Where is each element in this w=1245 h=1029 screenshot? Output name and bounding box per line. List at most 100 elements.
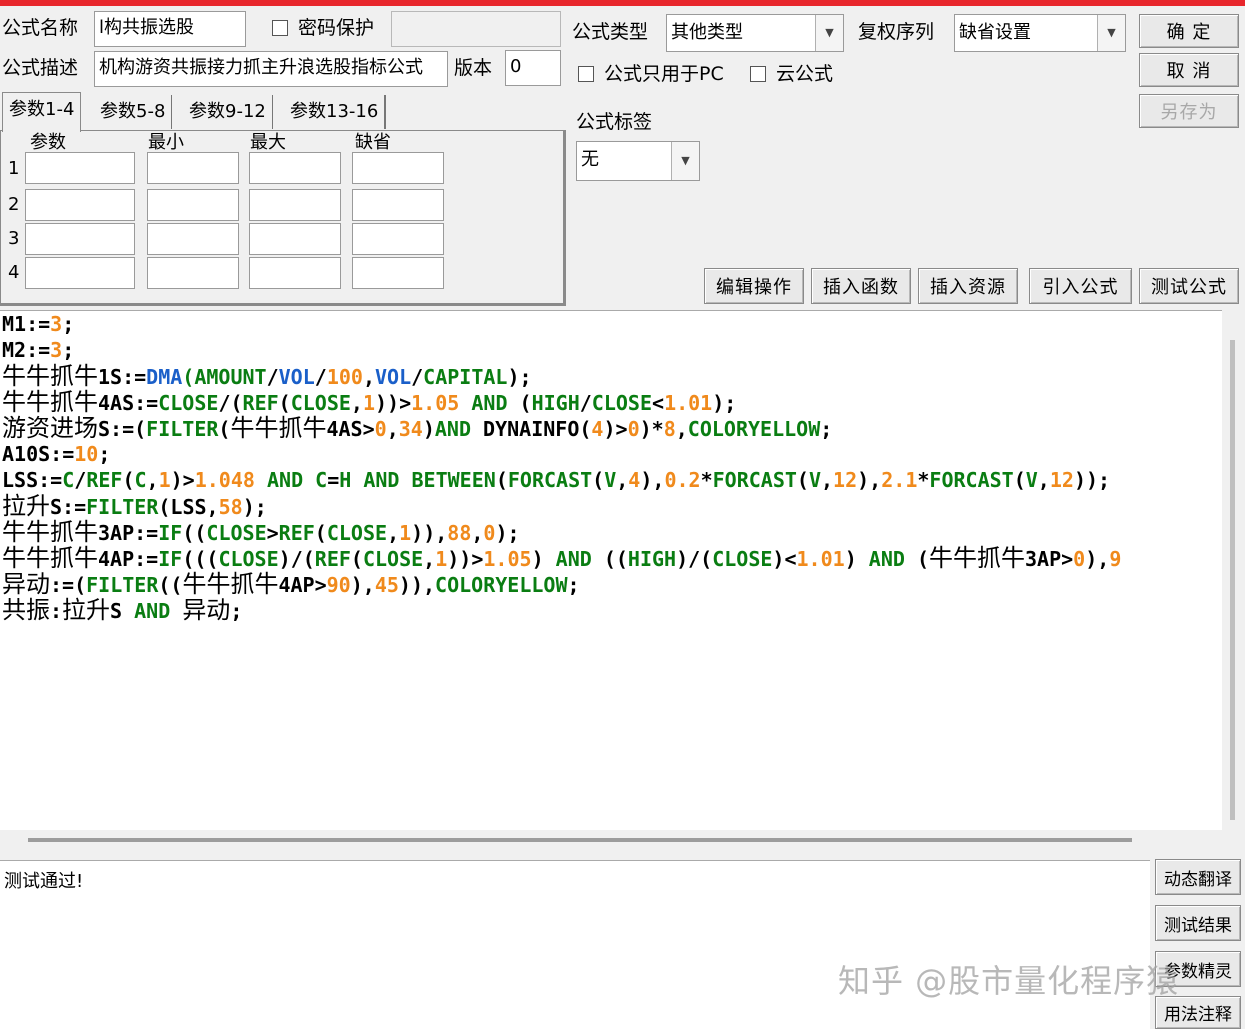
password-input[interactable] bbox=[391, 11, 561, 47]
code-text: )); bbox=[1073, 468, 1111, 492]
code-text: = bbox=[327, 468, 340, 492]
scrollbar-thumb[interactable] bbox=[1230, 340, 1235, 820]
code-text: 共振 bbox=[2, 596, 50, 624]
formula-type-select[interactable]: 其他类型 ▼ bbox=[666, 14, 844, 52]
param-max-cell[interactable] bbox=[249, 257, 341, 289]
code-text: ), bbox=[640, 468, 665, 492]
code-keyword: HIGH bbox=[531, 391, 580, 415]
row-number: 4 bbox=[8, 262, 20, 283]
param-min-cell[interactable] bbox=[147, 152, 239, 184]
code-number: 1 bbox=[399, 521, 412, 545]
formula-name-input[interactable]: l构共振选股 bbox=[94, 11, 246, 47]
chevron-down-icon[interactable]: ▼ bbox=[1097, 15, 1125, 51]
param-max-cell[interactable] bbox=[249, 223, 341, 255]
code-text: 1S:= bbox=[98, 365, 147, 389]
insert-resource-button[interactable]: 插入资源 bbox=[918, 268, 1018, 304]
param-min-cell[interactable] bbox=[147, 189, 239, 221]
code-text: / bbox=[266, 365, 279, 389]
code-keyword: CLOSE bbox=[326, 521, 388, 545]
chevron-down-icon[interactable]: ▼ bbox=[815, 15, 843, 51]
code-text: * bbox=[917, 468, 930, 492]
code-text: 牛牛抓牛 bbox=[2, 362, 98, 390]
scrollbar-thumb[interactable] bbox=[28, 838, 1132, 842]
code-text: 游资进场 bbox=[2, 414, 98, 442]
tab-params-13-16[interactable]: 参数13-16 bbox=[284, 95, 387, 129]
param-name-cell[interactable] bbox=[25, 257, 135, 289]
test-formula-button[interactable]: 测试公式 bbox=[1139, 268, 1239, 304]
password-checkbox[interactable] bbox=[272, 20, 288, 36]
code-text: )> bbox=[170, 468, 195, 492]
code-number: 0.2 bbox=[664, 468, 701, 492]
tab-params-5-8[interactable]: 参数5-8 bbox=[94, 95, 173, 129]
code-number: 100 bbox=[326, 365, 363, 389]
chevron-down-icon[interactable]: ▼ bbox=[671, 142, 699, 180]
param-min-cell[interactable] bbox=[147, 223, 239, 255]
code-editor[interactable]: M1:=3; M2:=3; 牛牛抓牛1S:=DMA(AMOUNT/VOL/100,V… bbox=[0, 310, 1222, 830]
code-text: / bbox=[411, 365, 424, 389]
code-text: , bbox=[471, 521, 484, 545]
save-as-button[interactable]: 另存为 bbox=[1139, 94, 1239, 128]
code-text: (( bbox=[591, 547, 628, 571]
param-name-cell[interactable] bbox=[25, 152, 135, 184]
column-header-max: 最大 bbox=[250, 132, 286, 153]
tab-params-9-12[interactable]: 参数9-12 bbox=[183, 95, 273, 129]
ok-button[interactable]: 确 定 bbox=[1139, 14, 1239, 48]
cancel-button[interactable]: 取 消 bbox=[1139, 53, 1239, 87]
code-keyword: CLOSE bbox=[218, 547, 279, 571]
param-default-cell[interactable] bbox=[352, 189, 444, 221]
code-number: 88 bbox=[447, 521, 472, 545]
code-keyword: H bbox=[339, 468, 352, 492]
code-keyword: AND bbox=[266, 468, 304, 492]
formula-type-label: 公式类型 bbox=[572, 21, 649, 43]
edit-ops-button[interactable]: 编辑操作 bbox=[704, 268, 804, 304]
horizontal-scrollbar[interactable] bbox=[0, 830, 1245, 850]
formula-desc-input[interactable]: 机构游资共振接力抓主升浪选股指标公式 bbox=[94, 51, 448, 87]
code-line: 游资进场S:=(FILTER(牛牛抓牛4AS>0,34)AND DYNAINFO… bbox=[2, 415, 832, 441]
cloud-checkbox[interactable] bbox=[750, 66, 766, 82]
code-text: ) bbox=[531, 547, 556, 571]
code-number: 10 bbox=[74, 442, 99, 466]
insert-function-button[interactable]: 插入函数 bbox=[811, 268, 911, 304]
code-text: , bbox=[387, 521, 400, 545]
code-number: 1 bbox=[158, 468, 171, 492]
code-text: M1:= bbox=[2, 312, 51, 336]
param-default-cell[interactable] bbox=[352, 223, 444, 255]
code-keyword: C bbox=[134, 468, 147, 492]
code-text: )/( bbox=[278, 547, 315, 571]
rights-select[interactable]: 缺省设置 ▼ bbox=[954, 14, 1126, 52]
code-keyword: CAPITAL bbox=[423, 365, 508, 389]
import-formula-button[interactable]: 引入公式 bbox=[1029, 268, 1132, 304]
code-text: M2:= bbox=[2, 338, 51, 362]
tag-select[interactable]: 无 ▼ bbox=[576, 141, 700, 181]
version-input[interactable]: 0 bbox=[505, 50, 561, 86]
code-text: )/( bbox=[676, 547, 713, 571]
param-min-cell[interactable] bbox=[147, 257, 239, 289]
param-default-cell[interactable] bbox=[352, 257, 444, 289]
password-label: 密码保护 bbox=[298, 17, 375, 39]
code-number: 0 bbox=[483, 521, 496, 545]
param-max-cell[interactable] bbox=[249, 189, 341, 221]
code-text: ( bbox=[350, 547, 363, 571]
code-text: , bbox=[423, 547, 436, 571]
tab-params-1-4[interactable]: 参数1-4 bbox=[2, 92, 82, 132]
code-text: ( bbox=[592, 468, 605, 492]
param-default-cell[interactable] bbox=[352, 152, 444, 184]
rights-label: 复权序列 bbox=[858, 21, 935, 43]
param-name-cell[interactable] bbox=[25, 189, 135, 221]
dynamic-translate-button[interactable]: 动态翻译 bbox=[1155, 859, 1241, 895]
code-number: 45 bbox=[374, 573, 399, 597]
code-text: , bbox=[675, 417, 688, 441]
param-name-cell[interactable] bbox=[25, 223, 135, 255]
code-text: : bbox=[50, 599, 63, 623]
code-text: ( bbox=[796, 468, 809, 492]
test-result-button[interactable]: 测试结果 bbox=[1155, 905, 1241, 941]
row-number: 1 bbox=[8, 158, 20, 179]
code-text: 异动 bbox=[2, 570, 50, 598]
code-text: (( bbox=[158, 573, 183, 597]
code-text: )), bbox=[411, 521, 448, 545]
pc-only-checkbox[interactable] bbox=[578, 66, 594, 82]
code-text: ); bbox=[242, 495, 267, 519]
param-max-cell[interactable] bbox=[249, 152, 341, 184]
vertical-scrollbar[interactable] bbox=[1222, 310, 1245, 830]
